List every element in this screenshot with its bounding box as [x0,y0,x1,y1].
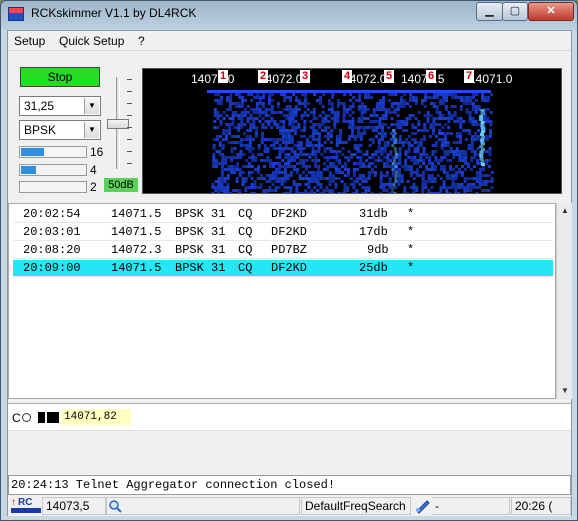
level-meter-3 [19,181,87,193]
log-snr: 9db [367,243,389,257]
log-mode: BPSK 31 [175,225,226,239]
log-row[interactable]: 20:03:01 14071.5 BPSK 31 CQ DF2KD 17db * [13,224,553,241]
channel-marker-7[interactable]: 7 [464,70,474,83]
log-snr: 31db [359,207,388,221]
log-snr: 25db [359,261,388,275]
log-flag: * [407,261,415,275]
search-icon[interactable] [108,499,122,513]
log-flag: * [407,207,415,221]
log-scrollbar[interactable]: ▲ ▼ [556,203,572,399]
log-mode: BPSK 31 [175,207,226,221]
freq-label: 14071.5 [401,72,445,86]
level-meter-2-value: 4 [90,163,97,177]
log-flag: * [407,225,415,239]
maximize-button[interactable]: ▢ [502,2,528,21]
minimize-button[interactable]: ▁ [476,2,503,21]
channel-marker-4[interactable]: 4 [342,70,352,83]
status-time: 20:26 ( [511,497,571,515]
frequency-scale: 14071.0 14072.0 14072.0 14071.5 14071.0 … [143,69,561,89]
waterfall-display[interactable]: 14071.0 14072.0 14072.0 14071.5 14071.0 … [142,68,562,194]
menu-quick-setup[interactable]: Quick Setup [59,34,124,48]
log-time: 20:09:00 [23,261,81,275]
speed-value: 31,25 [24,99,55,113]
slider-tick [127,79,132,80]
chevron-down-icon[interactable]: ▼ [84,122,99,138]
log-time: 20:08:20 [23,243,81,257]
channel-marker-5[interactable]: 5 [384,70,394,83]
log-time: 20:03:01 [23,225,81,239]
gain-db-label: 50dB [104,178,138,192]
log-call: DF2KD [271,225,308,239]
cq-frequency[interactable]: 14071,82 [61,409,131,425]
cq-radio-icon[interactable] [22,413,31,422]
status-message: 20:24:13 Telnet Aggregator connection cl… [8,475,571,495]
log-row[interactable]: 20:02:54 14071.5 BPSK 31 CQ DF2KD 31db * [13,206,553,223]
log-row-selected[interactable]: 20:09:00 14071.5 BPSK 31 CQ DF2KD 25db * [13,260,553,277]
menu-help[interactable]: ? [138,34,145,48]
log-mode: BPSK 31 [175,243,226,257]
cq-c-label: C [12,411,21,425]
cq-indicator-icon [38,412,59,423]
rc-logo: ↑ RC [11,497,41,514]
log-type: CQ [238,207,253,221]
freq-label: 14071.0 [469,72,513,86]
slider-tick [127,103,132,104]
client-area: Setup Quick Setup ? Stop 31,25 ▼ BPSK ▼ … [7,30,572,516]
window-title: RCKskimmer V1.1 by DL4RCK [31,6,197,20]
level-meter-1-value: 16 [90,145,104,159]
slider-tick [127,163,132,164]
log-type: CQ [238,243,253,257]
close-button[interactable]: ✕ [528,2,574,21]
slider-tick [127,91,132,92]
level-meter-2 [19,164,87,176]
network-icon [416,500,430,514]
status-search-mode[interactable]: DefaultFreqSearch [301,497,411,515]
level-meter-fill [21,166,36,174]
slider-tick [127,139,132,140]
channel-marker-3[interactable]: 3 [300,70,310,83]
log-time: 20:02:54 [23,207,81,221]
channel-marker-1[interactable]: 1 [218,70,228,83]
menu-setup[interactable]: Setup [14,34,45,48]
log-row[interactable]: 20:08:20 14072.3 BPSK 31 CQ PD7BZ 9db * [13,242,553,259]
scroll-down-icon[interactable]: ▼ [558,383,572,399]
stop-button[interactable]: Stop [20,67,100,87]
log-type: CQ [238,261,253,275]
slider-tick [127,115,132,116]
status-search-cell[interactable] [106,497,300,515]
decode-log[interactable]: 20:02:54 14071.5 BPSK 31 CQ DF2KD 31db *… [8,203,556,399]
log-freq: 14071.5 [111,261,162,275]
slider-tick [127,127,132,128]
mode-select[interactable]: BPSK ▼ [19,120,101,140]
log-call: DF2KD [271,261,308,275]
mode-value: BPSK [24,123,57,137]
gain-slider-thumb[interactable] [107,119,129,129]
speed-select[interactable]: 31,25 ▼ [19,96,101,116]
log-mode: BPSK 31 [175,261,226,275]
log-flag: * [407,243,415,257]
app-window: RCKskimmer V1.1 by DL4RCK ▁ ▢ ✕ Setup Qu… [0,0,578,521]
chevron-down-icon[interactable]: ▼ [84,98,99,114]
scroll-up-icon[interactable]: ▲ [558,203,572,219]
level-meter-3-value: 2 [90,180,97,194]
log-call: DF2KD [271,207,308,221]
log-freq: 14071.5 [111,225,162,239]
cq-panel: C 14071,82 [8,403,571,431]
status-frequency: 14073,5 [42,497,106,515]
app-icon [8,7,24,21]
status-net: - [432,497,510,515]
title-bar[interactable]: RCKskimmer V1.1 by DL4RCK ▁ ▢ ✕ [1,1,577,29]
log-freq: 14071.5 [111,207,162,221]
level-meter-1 [19,146,87,158]
log-call: PD7BZ [271,243,308,257]
log-type: CQ [238,225,253,239]
log-snr: 17db [359,225,388,239]
log-freq: 14072.3 [111,243,162,257]
level-meter-fill [21,148,44,156]
channel-marker-2[interactable]: 2 [258,70,268,83]
slider-tick [127,151,132,152]
status-bar: ↑ RC 14073,5 DefaultFreqSearch - 20:26 ( [8,496,571,516]
menu-bar: Setup Quick Setup ? [8,31,571,51]
channel-marker-6[interactable]: 6 [426,70,436,83]
